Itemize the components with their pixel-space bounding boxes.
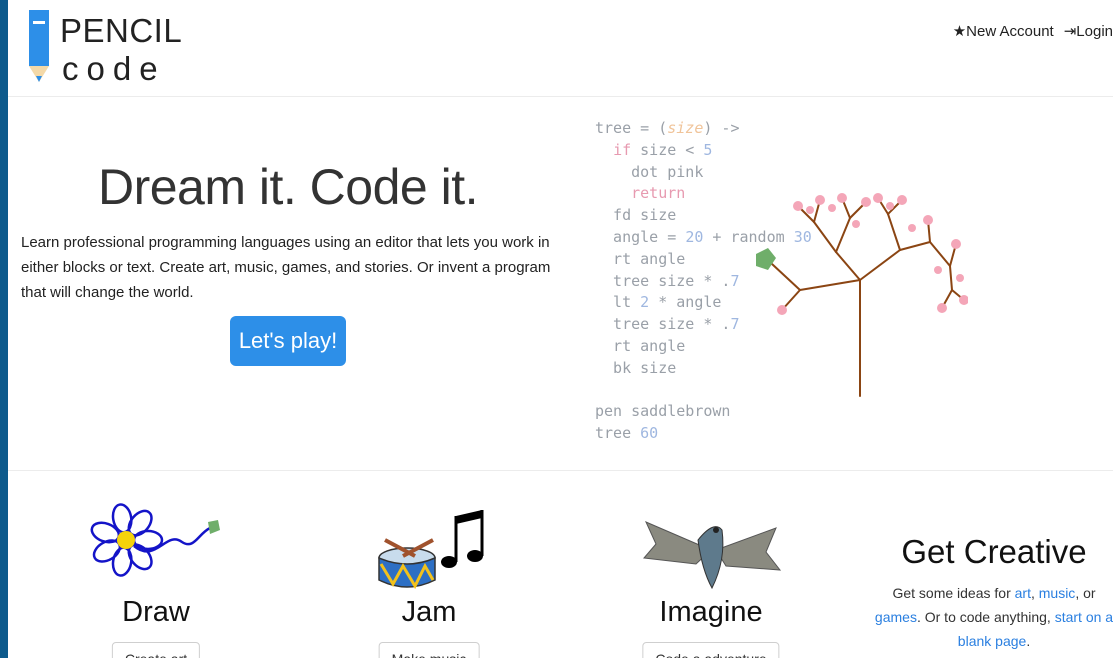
drum-and-note-icon bbox=[378, 510, 484, 590]
code-line: rt angle bbox=[595, 336, 686, 355]
create-art-button[interactable]: Create art bbox=[111, 642, 201, 658]
hero-description: Learn professional programming languages… bbox=[21, 234, 551, 301]
get-creative-section: Get Creative Get some ideas for art, mus… bbox=[864, 533, 1113, 653]
imagine-title: Imagine bbox=[659, 596, 763, 628]
make-music-button[interactable]: Make music bbox=[378, 642, 480, 658]
code-line: pen saddlebrown bbox=[595, 402, 731, 421]
turtle-icon bbox=[756, 248, 776, 270]
draw-title: Draw bbox=[122, 596, 190, 628]
logo-text-code: code bbox=[62, 50, 166, 87]
section-divider bbox=[8, 470, 1113, 471]
fractal-tree-illustration bbox=[756, 193, 968, 397]
login-icon: ⇥ bbox=[1063, 23, 1077, 40]
code-line: fd size bbox=[595, 206, 677, 225]
feature-imagine: Imagine Code a adventure bbox=[611, 500, 811, 658]
star-icon: ★ bbox=[952, 23, 967, 40]
logo-text-pencil: PENCIL bbox=[60, 12, 183, 49]
code-line: return bbox=[631, 184, 686, 203]
code-line: tree 60 bbox=[595, 424, 659, 443]
jam-title: Jam bbox=[401, 596, 457, 628]
music-link[interactable]: music bbox=[1039, 585, 1076, 601]
flower-drawing-icon bbox=[90, 503, 220, 577]
dragon-icon bbox=[643, 521, 782, 590]
top-nav: ★New Account ⇥Login bbox=[953, 22, 1113, 40]
code-line: tree = (size) -> bbox=[595, 119, 740, 137]
code-line: tree size * .7 bbox=[595, 271, 740, 290]
code-line: lt 2 * angle bbox=[595, 293, 722, 312]
code-line: if size < 5 bbox=[613, 140, 713, 159]
art-link[interactable]: art bbox=[1015, 585, 1031, 601]
code-line: bk size bbox=[595, 358, 677, 377]
login-link[interactable]: ⇥Login bbox=[1064, 22, 1113, 40]
code-line: tree size * .7 bbox=[595, 315, 740, 334]
get-creative-text: Get some ideas for art, music, or games. … bbox=[874, 585, 1113, 649]
feature-draw: Draw Create art bbox=[56, 500, 256, 658]
lets-play-button[interactable]: Let's play! bbox=[230, 316, 346, 366]
code-adventure-button[interactable]: Code a adventure bbox=[642, 642, 780, 658]
new-account-link[interactable]: ★New Account bbox=[953, 22, 1054, 40]
code-line: dot pink bbox=[595, 162, 704, 181]
code-line: rt angle bbox=[595, 249, 686, 268]
feature-jam: Jam Make music bbox=[329, 500, 529, 658]
page: PENCIL code ★New Account ⇥Login Dream it… bbox=[8, 0, 1113, 658]
games-link[interactable]: games bbox=[875, 609, 917, 625]
hero-title: Dream it. Code it. bbox=[97, 159, 479, 215]
get-creative-title: Get Creative bbox=[901, 533, 1087, 570]
pencil-icon bbox=[29, 10, 49, 82]
header: PENCIL code ★New Account ⇥Login bbox=[8, 0, 1113, 97]
pencil-code-logo[interactable]: PENCIL code bbox=[27, 10, 197, 87]
